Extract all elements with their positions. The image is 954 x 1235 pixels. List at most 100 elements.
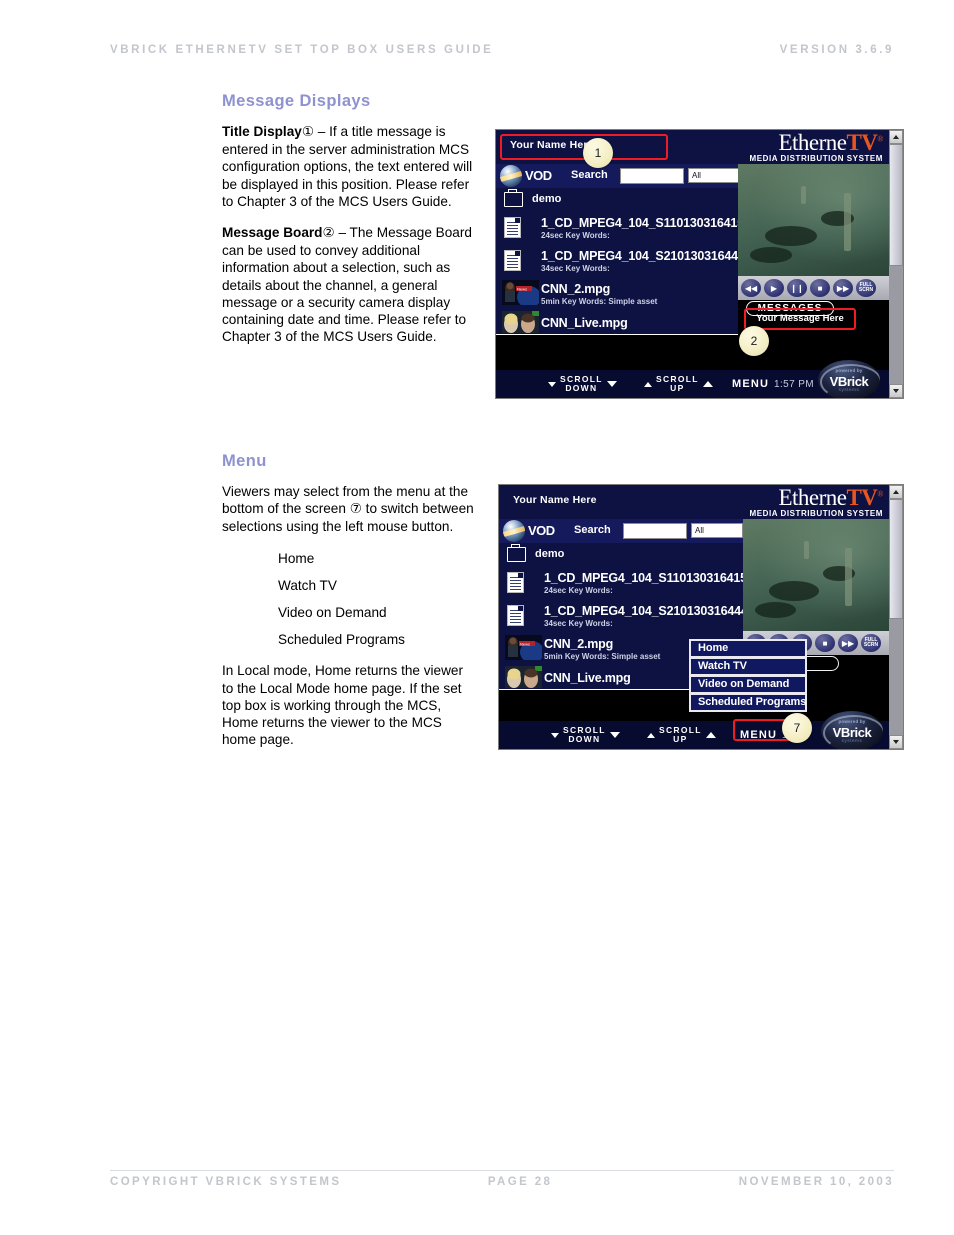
asset-thumbnail-cnnlive: [502, 311, 539, 333]
triangle-down-icon: [606, 381, 617, 387]
footer-rule: [110, 1170, 894, 1171]
search-input-1[interactable]: [620, 168, 684, 184]
folder-name-2: demo: [535, 548, 565, 560]
asset-thumbnail-cnn2: News: [502, 280, 539, 305]
video-preview-1[interactable]: [738, 164, 889, 276]
scroll-up-control-1[interactable]: SCROLL UP: [644, 375, 713, 393]
full-screen-icon-1[interactable]: FULL SCRN: [856, 279, 876, 297]
document-icon: [504, 217, 521, 238]
full-screen-icon-2[interactable]: FULL SCRN: [861, 634, 881, 652]
message-board-text-wrap-1: Your Message Here: [746, 310, 854, 328]
asset-title: CNN_2.mpg: [544, 637, 614, 651]
running-foot: COPYRIGHT VBRICK SYSTEMS PAGE 28 NOVEMBE…: [110, 1176, 894, 1188]
vbrick-logo-2: powered by VBrick systems: [821, 711, 883, 749]
footer-date: NOVEMBER 10, 2003: [738, 1176, 894, 1188]
stb-screen-2: Your Name Here EtherneTV® MEDIA DISTRIBU…: [499, 485, 889, 749]
video-frame-image-1: [738, 164, 889, 276]
scroll-up-arrow-icon-2[interactable]: [889, 485, 903, 499]
scroll-down-control-2[interactable]: SCROLL DOWN: [551, 726, 620, 744]
folder-row-2[interactable]: demo: [499, 543, 743, 567]
message-board-text-1: Your Message Here: [756, 313, 844, 324]
vbrick-powered-1: powered by: [835, 368, 863, 373]
vertical-scrollbar-2[interactable]: [889, 485, 903, 749]
stop-icon-1[interactable]: ■: [810, 279, 830, 297]
menu-button-1[interactable]: MENU: [732, 378, 769, 390]
table-row[interactable]: 1_CD_MPEG4_104_S1101303164158 24sec Key …: [499, 566, 754, 600]
pause-icon-1[interactable]: ❙❙: [787, 279, 807, 297]
menu-item-scheduled-programs[interactable]: Scheduled Programs: [689, 693, 807, 712]
page-heading-menu: Menu: [222, 452, 267, 470]
menu-item-watch-tv[interactable]: Watch TV: [689, 657, 807, 676]
vertical-scrollbar-1[interactable]: [889, 130, 903, 398]
callout-number-1: 1: [594, 146, 602, 160]
table-row[interactable]: News CNN_2.mpg 5min Key Words: Simple as…: [496, 277, 738, 309]
stop-icon-2[interactable]: ■: [815, 634, 835, 652]
asset-title: CNN_Live.mpg: [544, 671, 631, 685]
popup-menu[interactable]: Home Watch TV Video on Demand Scheduled …: [689, 639, 807, 712]
scrollbar-thumb-2[interactable]: [889, 499, 903, 619]
logo-registered-icon-2: ®: [877, 489, 883, 499]
menu-item-home[interactable]: Home: [689, 639, 807, 658]
list-item: Scheduled Programs: [278, 632, 405, 648]
table-row[interactable]: 1_CD_MPEG4_104_S2101303164445 34sec Key …: [499, 599, 755, 633]
triangle-down-icon: [609, 732, 620, 738]
paragraph-menu-intro: Viewers may select from the menu at the …: [222, 483, 474, 536]
list-item: Video on Demand: [278, 605, 387, 621]
running-head-right: VERSION 3.6.9: [779, 44, 894, 56]
play-icon-1[interactable]: ▶: [764, 279, 784, 297]
menu-options-list: Home Watch TV Video on Demand Scheduled …: [222, 550, 474, 649]
paragraph-message-board-text: – The Message Board can be used to conve…: [222, 225, 472, 345]
scroll-down-arrow-icon-2[interactable]: [889, 735, 903, 749]
scroll-up-label-1: SCROLL UP: [656, 374, 699, 393]
vod-globe-icon-2: [503, 520, 525, 542]
search-filter-value-1: All: [692, 171, 701, 180]
scroll-down-arrow-icon-1[interactable]: [889, 384, 903, 398]
asset-title: CNN_Live.mpg: [541, 316, 628, 330]
search-filter-value-2: All: [695, 526, 704, 535]
callout-bubble-7: 7: [782, 713, 812, 743]
callout-ref-1: ①: [301, 124, 315, 140]
table-row[interactable]: 1_CD_MPEG4_104_S2101303164445 34sec Key …: [496, 244, 752, 278]
paragraph-title-display: Title Display① – If a title message is e…: [222, 123, 474, 210]
logo-etherne-1: Etherne: [778, 130, 847, 155]
list-item: Home: [278, 550, 315, 566]
search-input-2[interactable]: [623, 523, 687, 539]
asset-title: 1_CD_MPEG4_104_S2101303164445: [544, 604, 755, 618]
folder-row-1[interactable]: demo: [496, 188, 738, 212]
scrollbar-thumb-1[interactable]: [889, 144, 903, 266]
scroll-down-label-1: SCROLL DOWN: [560, 374, 603, 393]
table-row[interactable]: CNN_Live.mpg: [496, 308, 738, 335]
triangle-down-icon: [548, 381, 556, 387]
player-controls-1[interactable]: ◀◀ ▶ ❙❙ ■ ▶▶ FULL SCRN: [738, 276, 889, 300]
callout-ref-7: ⑦: [349, 501, 362, 518]
logo-tv-1: TV: [846, 130, 878, 155]
video-preview-2[interactable]: [743, 519, 889, 631]
document-icon: [504, 250, 521, 271]
table-row[interactable]: 1_CD_MPEG4_104_S1101303164158 24sec Key …: [496, 211, 751, 245]
vod-label-1: VOD: [525, 168, 552, 183]
rewind-icon-1[interactable]: ◀◀: [741, 279, 761, 297]
running-head-left: VBRICK ETHERNETV SET TOP BOX USERS GUIDE: [110, 44, 494, 56]
callout-number-7: 7: [793, 721, 801, 735]
clock-1: 1:57 PM: [774, 379, 815, 390]
stb-screen-1: Your Name Here EtherneTV® MEDIA DISTRIBU…: [496, 130, 889, 398]
asset-title: 1_CD_MPEG4_104_S2101303164445: [541, 249, 752, 263]
logo-tv-2: TV: [846, 485, 878, 510]
stb-nav-bar-1: SCROLL DOWN SCROLL UP MENU 1:57 PM powered…: [496, 360, 889, 398]
screenshot-message-displays: Your Name Here EtherneTV® MEDIA DISTRIBU…: [495, 129, 904, 399]
scroll-up-control-2[interactable]: SCROLL UP: [647, 726, 716, 744]
page-heading-message-displays: Message Displays: [222, 92, 371, 110]
scroll-up-label-2: SCROLL UP: [659, 725, 702, 744]
stb-title-bar-2: Your Name Here EtherneTV® MEDIA DISTRIBU…: [499, 485, 889, 519]
logo-subtitle-1: MEDIA DISTRIBUTION SYSTEM: [749, 154, 883, 163]
fast-forward-icon-2[interactable]: ▶▶: [838, 634, 858, 652]
vod-label-2: VOD: [528, 523, 555, 538]
scroll-down-control-1[interactable]: SCROLL DOWN: [548, 375, 617, 393]
asset-meta: 24sec Key Words:: [544, 586, 613, 595]
asset-meta: 34sec Key Words:: [541, 264, 610, 273]
fast-forward-icon-1[interactable]: ▶▶: [833, 279, 853, 297]
asset-title: 1_CD_MPEG4_104_S1101303164158: [541, 216, 751, 230]
running-head: VBRICK ETHERNETV SET TOP BOX USERS GUIDE…: [110, 44, 894, 56]
menu-item-video-on-demand[interactable]: Video on Demand: [689, 675, 807, 694]
scroll-up-arrow-icon-1[interactable]: [889, 130, 903, 144]
